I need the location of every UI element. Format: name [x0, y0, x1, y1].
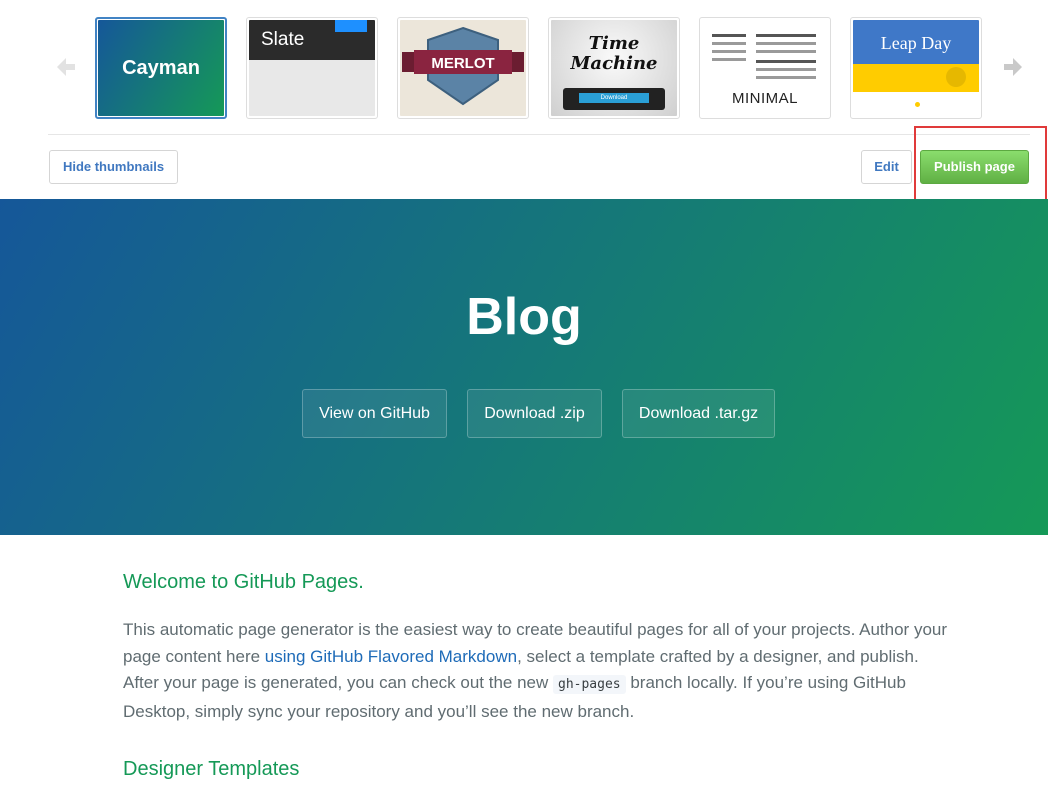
download-label: Download — [579, 93, 649, 103]
theme-thumbnail-time-machine[interactable]: Time Machine Download — [548, 17, 680, 119]
markdown-link[interactable]: using GitHub Flavored Markdown — [265, 647, 517, 666]
theme-thumbnail-merlot[interactable]: MERLOT — [397, 17, 529, 119]
publish-page-button[interactable]: Publish page — [920, 150, 1029, 184]
divider — [48, 134, 1030, 135]
theme-picker: Cayman Slate MERLOT Time Machine Downloa… — [0, 0, 1048, 199]
page-title: Blog — [466, 288, 582, 346]
view-on-github-button[interactable]: View on GitHub — [302, 389, 447, 438]
inline-code: gh-pages — [553, 675, 626, 694]
theme-thumbnail-slate[interactable]: Slate — [246, 17, 378, 119]
github-icon — [946, 67, 966, 87]
theme-thumbnail-minimal[interactable]: MINIMAL — [699, 17, 831, 119]
theme-label: MINIMAL — [731, 90, 798, 107]
merlot-badge-icon: MERLOT — [402, 26, 524, 106]
intro-paragraph: This automatic page generator is the eas… — [123, 617, 953, 725]
theme-label-line2: Machine — [570, 53, 658, 74]
hide-thumbnails-button[interactable]: Hide thumbnails — [49, 150, 178, 184]
theme-label: MERLOT — [431, 55, 494, 72]
download-tar-button[interactable]: Download .tar.gz — [622, 389, 775, 438]
theme-thumbnail-cayman[interactable]: Cayman — [95, 17, 227, 119]
edit-button[interactable]: Edit — [861, 150, 912, 184]
theme-label: Cayman — [122, 56, 200, 79]
theme-thumbnail-leap-day[interactable]: Leap Day — [850, 17, 982, 119]
theme-label: Slate — [261, 29, 305, 50]
arrow-left-icon[interactable] — [55, 56, 77, 78]
welcome-heading: Welcome to GitHub Pages. — [123, 571, 364, 593]
page-header: Blog View on GitHub Download .zip Downlo… — [0, 199, 1048, 535]
theme-label: Leap Day — [880, 33, 952, 53]
arrow-right-icon[interactable] — [1002, 56, 1024, 78]
download-zip-button[interactable]: Download .zip — [467, 389, 602, 438]
theme-label-line1: Time — [588, 33, 640, 54]
designer-templates-heading: Designer Templates — [123, 758, 300, 780]
